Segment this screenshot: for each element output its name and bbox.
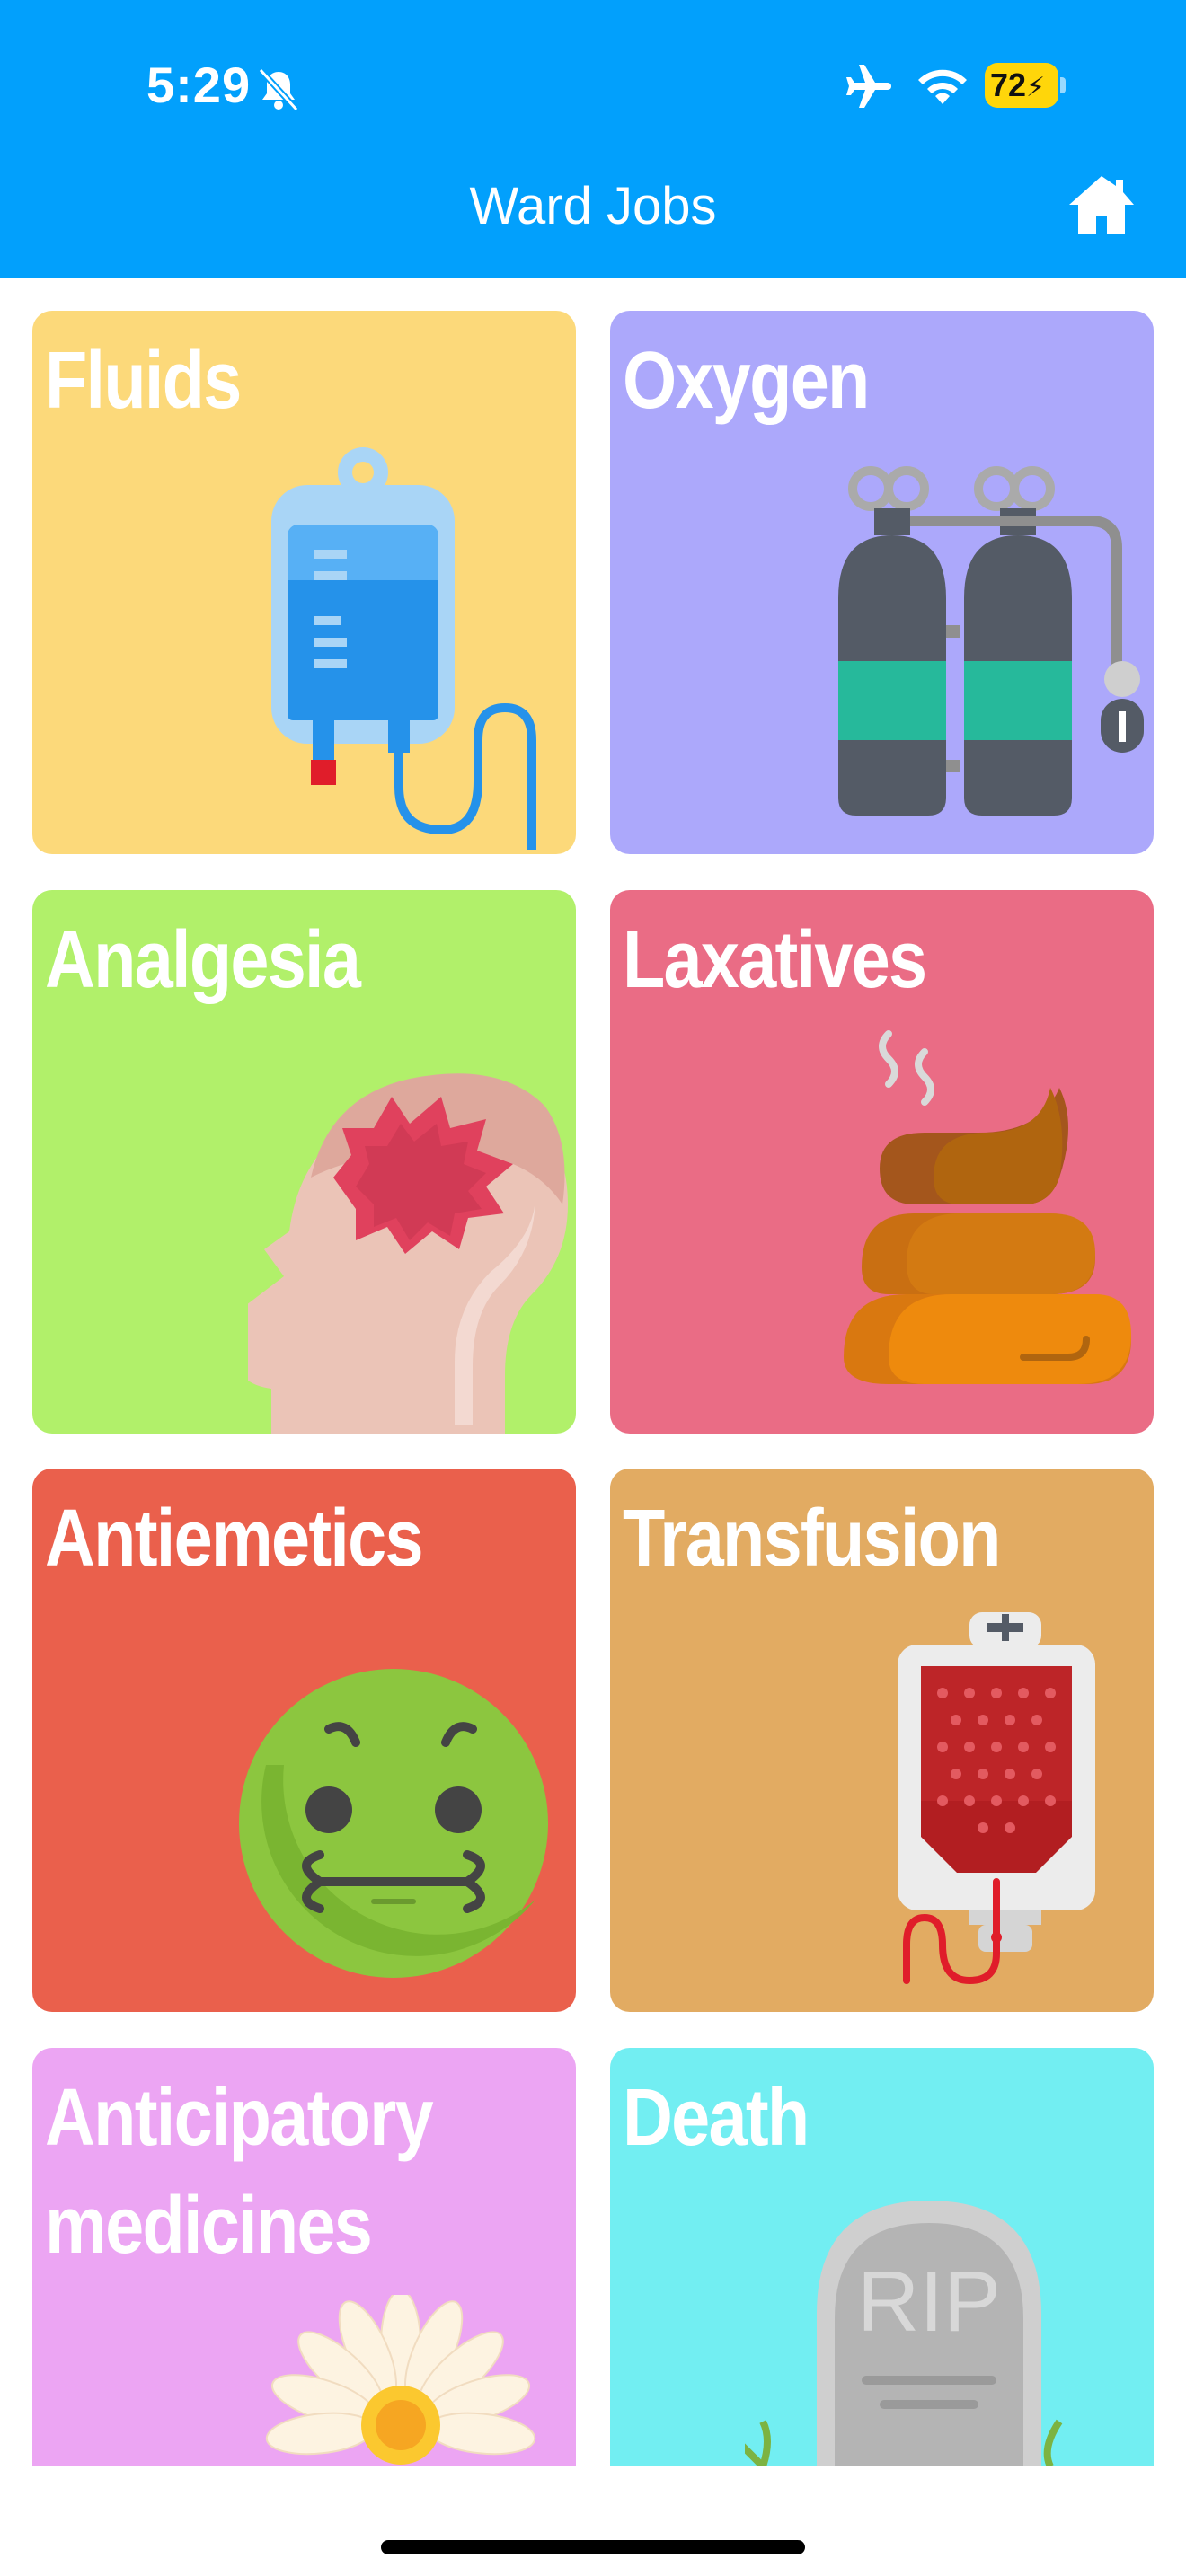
airplane-icon <box>846 65 891 108</box>
tile-label: Anticipatory medicines <box>45 2064 494 2280</box>
home-icon[interactable] <box>1067 172 1136 237</box>
tile-label-line-2: medicines <box>45 2181 373 2271</box>
tile-label: Oxygen <box>623 336 870 426</box>
wifi-icon <box>918 69 967 104</box>
tile-label: Death <box>623 2073 810 2163</box>
gravestone-icon: RIP <box>745 2201 1063 2466</box>
tile-laxatives[interactable]: Laxatives <box>610 890 1154 1434</box>
page-title: Ward Jobs <box>469 177 717 235</box>
gravestone-text: RIP <box>857 2254 1001 2350</box>
tile-transfusion[interactable]: Transfusion <box>610 1469 1154 2012</box>
headache-icon <box>248 1073 568 1434</box>
battery-level: 72 <box>990 66 1027 103</box>
bell-slash-icon <box>258 67 299 112</box>
poop-icon <box>844 1030 1131 1384</box>
tile-label: Transfusion <box>623 1494 1001 1584</box>
app-header: 5:29 72⚡ Ward Jobs <box>0 0 1186 278</box>
iv-bag-icon <box>271 447 536 850</box>
tile-label: Fluids <box>45 336 242 426</box>
tile-oxygen[interactable]: Oxygen <box>610 311 1154 854</box>
tile-antiemetics[interactable]: Antiemetics <box>32 1469 576 2012</box>
tile-label: Laxatives <box>623 915 927 1005</box>
tile-label: Analgesia <box>45 915 361 1005</box>
tile-analgesia[interactable]: Analgesia <box>32 890 576 1434</box>
tile-fluids[interactable]: Fluids <box>32 311 576 854</box>
status-time: 5:29 <box>146 57 252 113</box>
home-indicator[interactable] <box>381 2540 805 2554</box>
ward-jobs-grid: Fluids Oxygen Analgesia Laxatives Antiem… <box>0 278 1186 2466</box>
tile-death[interactable]: Death RIP <box>610 2048 1154 2466</box>
nauseous-face-icon <box>239 1669 548 1978</box>
tile-label: Antiemetics <box>45 1494 424 1584</box>
battery-charging-icon: 72⚡ <box>985 63 1067 108</box>
blood-bag-icon <box>898 1612 1095 1985</box>
flower-icon <box>265 2295 536 2465</box>
tile-label-line-1: Anticipatory <box>45 2073 434 2163</box>
oxygen-cylinders-icon <box>838 466 1144 816</box>
tile-anticipatory-medicines[interactable]: Anticipatory medicines <box>32 2048 576 2466</box>
